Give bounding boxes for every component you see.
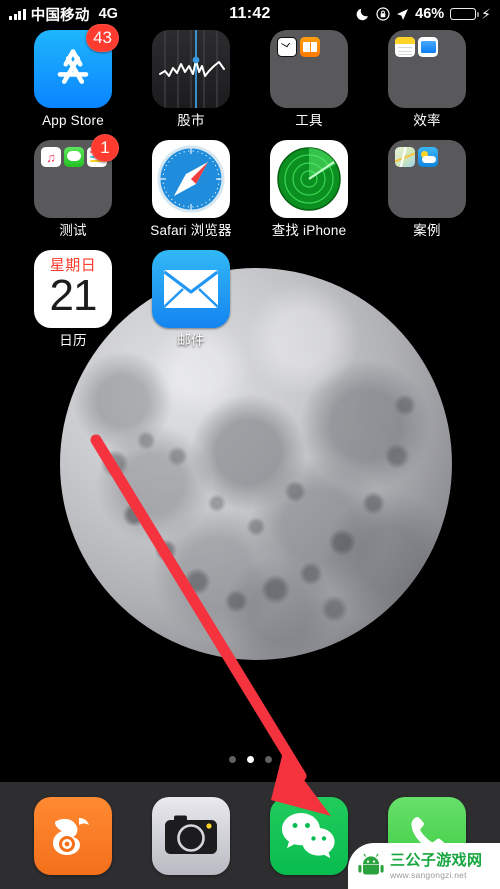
lightning-bolt-icon: ⚡: [481, 5, 491, 22]
app-cell-cases-folder[interactable]: 案例: [368, 140, 486, 239]
wechat-chat-bubbles-icon[interactable]: [270, 796, 348, 875]
app-cell-test-folder[interactable]: ♫ 1 测试: [14, 134, 132, 239]
test-folder-badge: 1: [91, 134, 119, 162]
productivity-folder-icon-wrap[interactable]: [388, 30, 466, 108]
dock-cell-uc-browser[interactable]: [14, 796, 132, 875]
weather-icon: [418, 147, 438, 167]
stocks-icon[interactable]: [152, 30, 230, 108]
find-iphone-radar-icon[interactable]: [270, 140, 348, 218]
folder-preview-grid: [270, 30, 348, 108]
app-row-2: ♫ 1 测试 Safari 浏览器 查找 iPhone 案例: [0, 134, 500, 239]
tools-folder-label: 工具: [295, 113, 323, 128]
test-folder-icon-wrap[interactable]: ♫ 1: [34, 134, 119, 218]
app-store-label: App Store: [42, 113, 104, 128]
moon-icon: [356, 7, 370, 21]
safari-label: Safari 浏览器: [150, 223, 232, 238]
mail-label: 邮件: [177, 333, 205, 348]
location-arrow-icon: [396, 8, 409, 21]
app-store-icon-wrap[interactable]: 43: [34, 24, 119, 108]
app-store-badge: 43: [86, 24, 119, 52]
folder-icon[interactable]: [388, 30, 466, 108]
folder-icon[interactable]: [388, 140, 466, 218]
find-iphone-icon-wrap[interactable]: [270, 140, 348, 218]
stocks-label: 股市: [177, 113, 205, 128]
signal-bars-icon: [9, 8, 26, 20]
mail-icon-wrap[interactable]: [152, 250, 230, 328]
find-iphone-label: 查找 iPhone: [271, 223, 347, 238]
app-cell-productivity-folder[interactable]: 效率: [368, 30, 486, 129]
carrier-label: 中国移动: [30, 7, 90, 24]
status-bar-left: 中国移动 4G: [9, 4, 118, 25]
app-cell-app-store[interactable]: 43 App Store: [14, 24, 132, 129]
folder-preview-grid: [388, 140, 466, 218]
calendar-icon-wrap[interactable]: 星期日 21: [34, 250, 112, 328]
notes-icon: [395, 37, 415, 57]
cases-folder-label: 案例: [413, 223, 441, 238]
battery-icon: [450, 8, 479, 20]
status-bar: 中国移动 4G 11:42 46% ⚡: [0, 0, 500, 28]
app-cell-find-iphone[interactable]: 查找 iPhone: [250, 140, 368, 239]
camera-icon[interactable]: [152, 796, 230, 875]
calendar-label: 日历: [59, 333, 87, 348]
uc-browser-squirrel-icon[interactable]: [34, 796, 112, 875]
android-robot-icon: [357, 852, 385, 880]
rotation-lock-icon: [376, 7, 390, 21]
app-cell-safari[interactable]: Safari 浏览器: [132, 140, 250, 239]
page-indicator-dots[interactable]: [0, 756, 500, 763]
messages-icon: [64, 147, 84, 167]
clock-icon: [277, 37, 297, 57]
folder-icon[interactable]: [270, 30, 348, 108]
page-dot-1[interactable]: [228, 756, 236, 763]
files-icon: [418, 37, 438, 57]
maps-icon: [395, 147, 415, 167]
app-cell-calendar[interactable]: 星期日 21 日历: [14, 250, 132, 349]
status-bar-right: 46% ⚡: [356, 6, 491, 23]
app-cell-tools-folder[interactable]: 工具: [250, 30, 368, 129]
calendar-day: 21: [49, 271, 98, 320]
iphone-home-screen: 中国移动 4G 11:42 46% ⚡ 43 App Store 股市 工具 效…: [0, 0, 500, 889]
watermark-title: 三公子游戏网: [390, 851, 483, 869]
calendar-icon[interactable]: 星期日 21: [34, 250, 112, 328]
cases-folder-icon-wrap[interactable]: [388, 140, 466, 218]
page-dot-2-active[interactable]: [246, 756, 254, 763]
app-icon-grid: 43 App Store 股市 工具 效率 ♫ 1 测试 Safari 浏览器 …: [0, 24, 500, 360]
safari-icon-wrap[interactable]: [152, 140, 230, 218]
watermark-text: 三公子游戏网 www.sangongzi.net: [390, 853, 482, 880]
stocks-icon-wrap[interactable]: [152, 30, 230, 108]
mail-envelope-icon[interactable]: [152, 250, 230, 328]
watermark-url: www.sangongzi.net: [390, 869, 467, 880]
page-dot-3[interactable]: [264, 756, 272, 763]
network-type-label: 4G: [98, 6, 118, 22]
music-icon: ♫: [41, 147, 61, 167]
folder-preview-grid: [388, 30, 466, 108]
safari-compass-icon[interactable]: [152, 140, 230, 218]
books-icon: [300, 37, 320, 57]
test-folder-label: 测试: [59, 223, 87, 238]
tools-folder-icon-wrap[interactable]: [270, 30, 348, 108]
battery-percent-label: 46%: [415, 6, 445, 22]
watermark: 三公子游戏网 www.sangongzi.net: [348, 843, 500, 889]
app-cell-mail[interactable]: 邮件: [132, 250, 250, 349]
dock-cell-camera[interactable]: [132, 796, 250, 875]
app-cell-stocks[interactable]: 股市: [132, 30, 250, 129]
app-row-1: 43 App Store 股市 工具 效率: [0, 24, 500, 129]
app-row-3: 星期日 21 日历 邮件: [0, 250, 500, 349]
productivity-folder-label: 效率: [413, 113, 441, 128]
